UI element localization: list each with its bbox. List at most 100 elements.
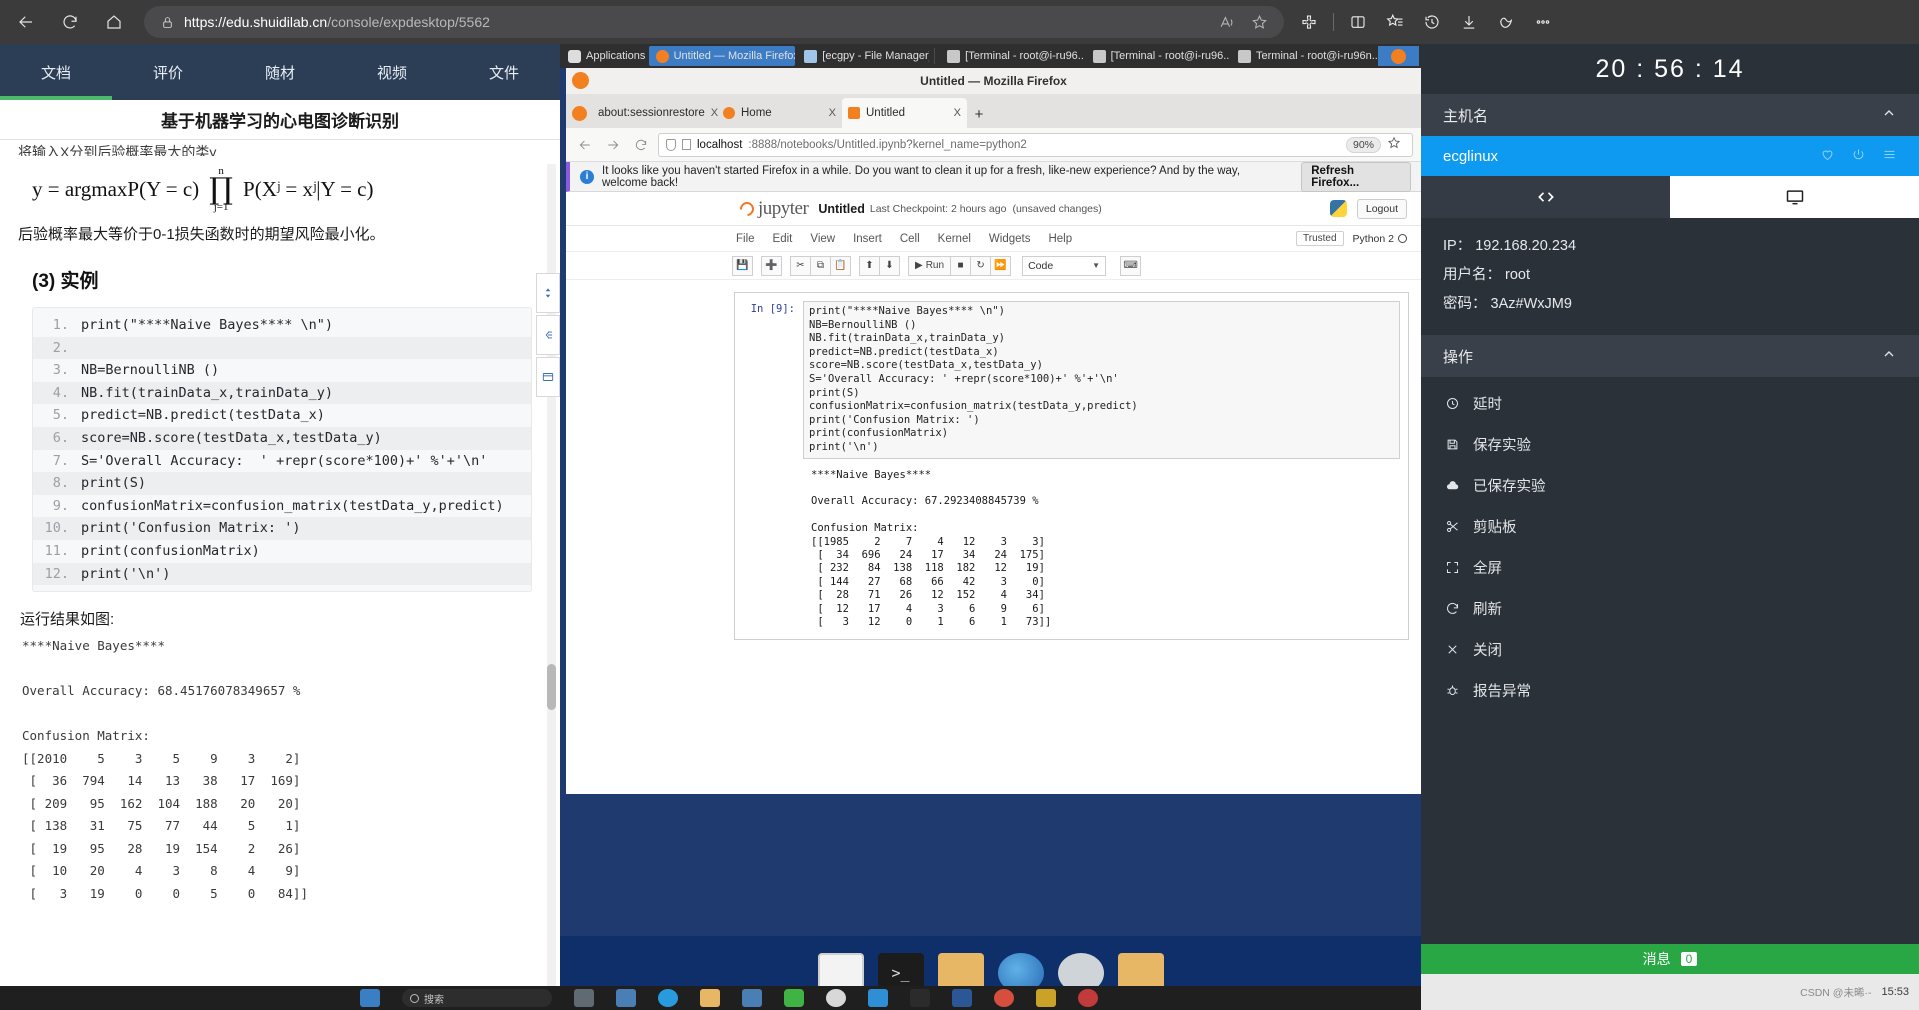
taskbar-window-firefox[interactable]: Untitled — Mozilla Firefox: [648, 46, 796, 66]
actions-section-header[interactable]: 操作: [1421, 335, 1919, 377]
explorer-icon[interactable]: [700, 989, 720, 1007]
notebook-name[interactable]: Untitled: [818, 202, 865, 216]
paste-icon[interactable]: 📋: [830, 255, 851, 276]
save-icon[interactable]: 💾: [732, 255, 753, 276]
action-save-experiment[interactable]: 保存实验: [1421, 424, 1919, 465]
taskbar-window-filemanager[interactable]: [ecgpy - File Manager]: [797, 46, 929, 66]
tab-videos[interactable]: 视频: [336, 44, 448, 100]
tab-materials[interactable]: 随材: [224, 44, 336, 100]
close-icon[interactable]: X: [954, 107, 961, 119]
menu-help[interactable]: Help: [1048, 233, 1072, 245]
app-icon[interactable]: [1036, 989, 1056, 1007]
jupyter-logo[interactable]: jupyter: [737, 198, 809, 220]
command-palette-icon[interactable]: ⌨: [1120, 255, 1142, 276]
start-button-icon[interactable]: [360, 989, 380, 1007]
taskbar-firefox-launcher[interactable]: [1378, 46, 1419, 66]
menu-view[interactable]: View: [810, 233, 835, 245]
favorite-star-icon[interactable]: [1244, 8, 1274, 36]
heart-icon[interactable]: [1820, 147, 1835, 166]
cut-icon[interactable]: ✂: [790, 255, 811, 276]
word-icon[interactable]: [952, 989, 972, 1007]
windows-search-box[interactable]: 搜索: [402, 989, 552, 1007]
menu-insert[interactable]: Insert: [853, 233, 882, 245]
action-report-issue[interactable]: 报告异常: [1421, 670, 1919, 711]
move-cell-down-icon[interactable]: ⬇: [879, 255, 900, 276]
extensions-icon[interactable]: [1292, 6, 1326, 38]
firefox-tab-untitled[interactable]: Untitled X: [842, 98, 967, 128]
downloads-icon[interactable]: [1452, 6, 1486, 38]
menu-file[interactable]: File: [736, 233, 755, 245]
cell-type-select[interactable]: Code ▼: [1022, 255, 1107, 276]
taskview-icon[interactable]: [574, 989, 594, 1007]
menu-kernel[interactable]: Kernel: [938, 233, 971, 245]
firefox-tab-sessionrestore[interactable]: about:sessionrestore X: [592, 98, 718, 128]
logout-button[interactable]: Logout: [1356, 198, 1407, 219]
menu-icon[interactable]: [1882, 147, 1897, 166]
remote-desktop[interactable]: Applications Untitled — Mozilla Firefox …: [560, 44, 1421, 1010]
stop-icon[interactable]: ■: [950, 255, 972, 276]
address-bar[interactable]: https://edu.shuidilab.cn/console/expdesk…: [144, 6, 1284, 38]
tab-documents[interactable]: 文档: [0, 44, 112, 100]
back-button[interactable]: [8, 6, 44, 38]
tab-desktop-view[interactable]: [1670, 176, 1919, 218]
collapse-panel-icon[interactable]: [536, 315, 560, 355]
code-cell[interactable]: In [9]: print("****Naive Bayes**** \n") …: [735, 299, 1408, 461]
chrome-icon[interactable]: [994, 989, 1014, 1007]
zoom-level-badge[interactable]: 90%: [1345, 136, 1381, 153]
add-cell-icon[interactable]: ➕: [761, 255, 782, 276]
host-row[interactable]: ecglinux: [1421, 136, 1919, 176]
firefox-tab-home[interactable]: Home X: [717, 98, 842, 128]
cell-source[interactable]: print("****Naive Bayes**** \n") NB=Berno…: [803, 301, 1400, 459]
window-layout-icon[interactable]: [536, 357, 560, 397]
action-clipboard[interactable]: 剪贴板: [1421, 506, 1919, 547]
collections-icon[interactable]: [1378, 6, 1412, 38]
restart-run-all-icon[interactable]: ⏩: [990, 255, 1012, 276]
action-fullscreen[interactable]: 全屏: [1421, 547, 1919, 588]
tab-code-view[interactable]: [1421, 176, 1670, 218]
menu-widgets[interactable]: Widgets: [989, 233, 1031, 245]
widgets-icon[interactable]: [616, 989, 636, 1007]
action-extend-time[interactable]: 延时: [1421, 383, 1919, 424]
bookmark-star-icon[interactable]: [1387, 136, 1405, 154]
copilot-icon[interactable]: [1489, 6, 1523, 38]
more-settings-icon[interactable]: [1526, 6, 1560, 38]
kernel-indicator[interactable]: Python 2: [1353, 233, 1407, 245]
restart-kernel-icon[interactable]: ↻: [970, 255, 992, 276]
menu-cell[interactable]: Cell: [900, 233, 920, 245]
edge-icon[interactable]: [658, 989, 678, 1007]
refresh-firefox-button[interactable]: Refresh Firefox...: [1301, 161, 1411, 192]
close-icon[interactable]: X: [829, 107, 836, 119]
vscode-icon[interactable]: [868, 989, 888, 1007]
music-icon[interactable]: [1078, 989, 1098, 1007]
split-screen-icon[interactable]: [1341, 6, 1375, 38]
store-icon[interactable]: [742, 989, 762, 1007]
hostname-section-header[interactable]: 主机名: [1421, 94, 1919, 136]
firefox-back-icon[interactable]: [574, 134, 596, 156]
wechat-icon[interactable]: [784, 989, 804, 1007]
applications-menu[interactable]: Applications: [561, 46, 647, 66]
taskbar-window-terminal-1[interactable]: [Terminal - root@i-ru96...: [940, 46, 1084, 66]
read-aloud-icon[interactable]: [1212, 8, 1242, 36]
run-button[interactable]: ▶ Run: [908, 255, 952, 276]
taskbar-window-terminal-2[interactable]: [Terminal - root@i-ru96...: [1086, 46, 1229, 66]
menu-edit[interactable]: Edit: [773, 233, 793, 245]
taskbar-window-terminal-3[interactable]: Terminal - root@i-ru96n...: [1231, 46, 1377, 66]
firefox-forward-icon[interactable]: [602, 134, 624, 156]
pycharm-icon[interactable]: [910, 989, 930, 1007]
action-refresh[interactable]: 刷新: [1421, 588, 1919, 629]
copy-icon[interactable]: ⧉: [810, 255, 831, 276]
home-button[interactable]: [96, 6, 132, 38]
action-saved-experiments[interactable]: 已保存实验: [1421, 465, 1919, 506]
move-cell-up-icon[interactable]: ⬆: [859, 255, 880, 276]
scrollbar-thumb[interactable]: [547, 664, 556, 710]
power-icon[interactable]: [1851, 147, 1866, 166]
notebook-cell[interactable]: In [9]: print("****Naive Bayes**** \n") …: [734, 292, 1409, 641]
firefox-reload-icon[interactable]: [630, 134, 652, 156]
new-tab-button[interactable]: +: [967, 100, 991, 128]
tab-files[interactable]: 文件: [448, 44, 560, 100]
tab-evaluation[interactable]: 评价: [112, 44, 224, 100]
firefox-address-bar[interactable]: localhost:8888/notebooks/Untitled.ipynb?…: [658, 132, 1413, 157]
message-bar[interactable]: 消息 0: [1421, 944, 1919, 974]
history-icon[interactable]: [1415, 6, 1449, 38]
reload-button[interactable]: [52, 6, 88, 38]
